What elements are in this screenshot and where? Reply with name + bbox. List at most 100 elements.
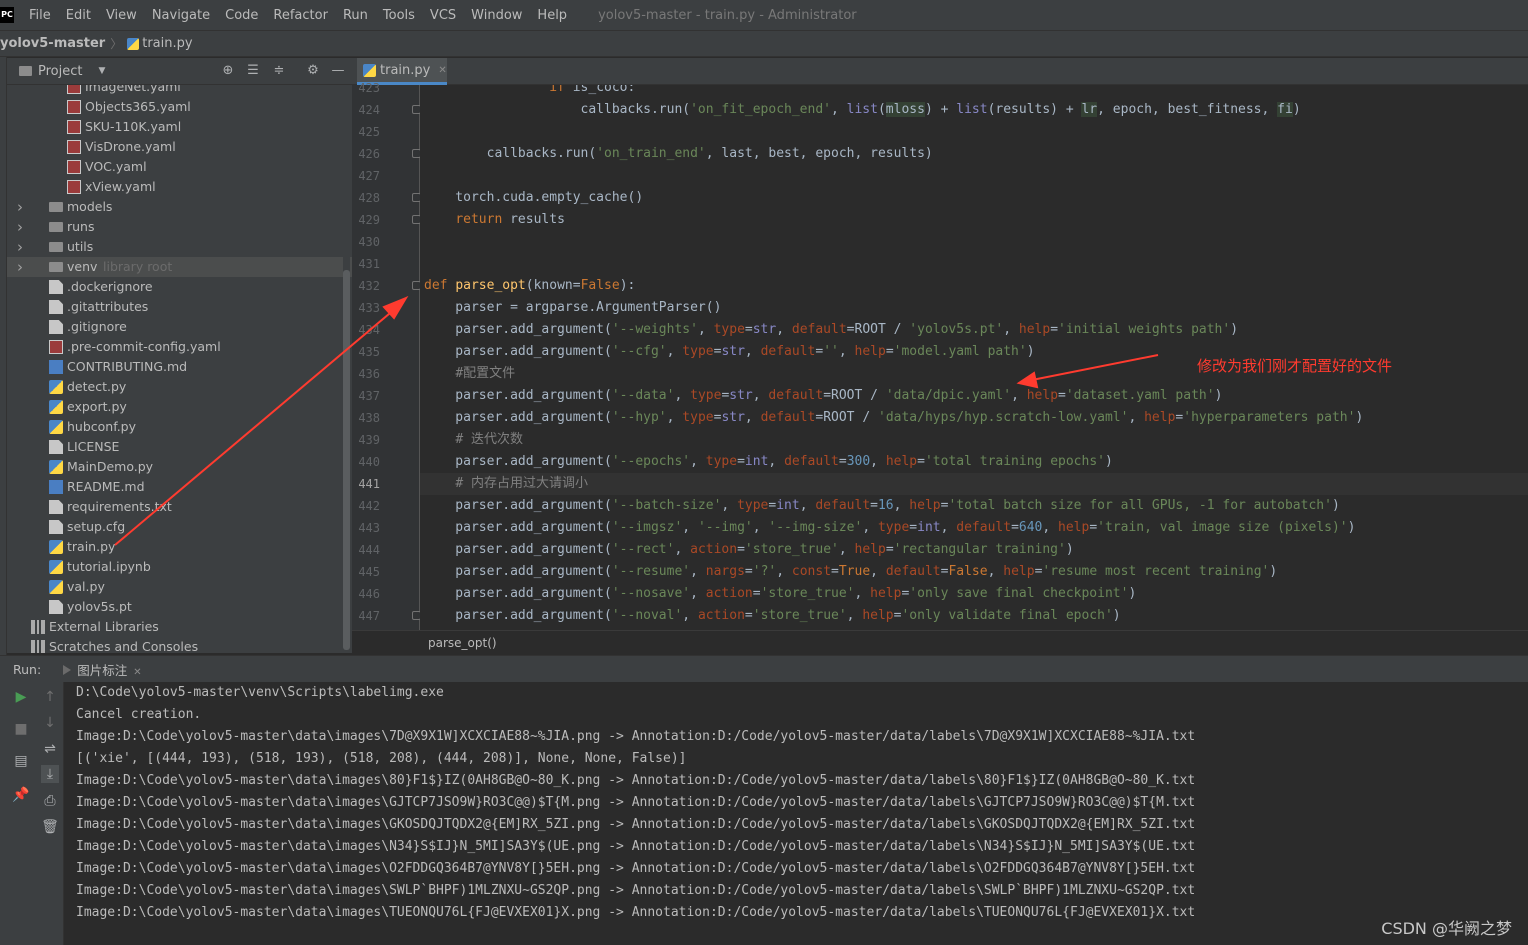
tree-item[interactable]: .pre-commit-config.yaml bbox=[7, 337, 352, 357]
menu-edit[interactable]: Edit bbox=[66, 8, 91, 23]
tree-item[interactable]: › utils bbox=[7, 237, 352, 257]
menu-view[interactable]: View bbox=[106, 8, 137, 23]
tree-item[interactable]: VOC.yaml bbox=[7, 157, 352, 177]
tree-item[interactable]: .gitattributes bbox=[7, 297, 352, 317]
menu-vcs[interactable]: VCS bbox=[430, 8, 456, 23]
tree-item[interactable]: .gitignore bbox=[7, 317, 352, 337]
soft-wrap-icon[interactable]: ⇌ bbox=[41, 740, 59, 758]
tree-item[interactable]: Objects365.yaml bbox=[7, 97, 352, 117]
locate-icon[interactable]: ⊕ bbox=[220, 63, 236, 79]
tree-item[interactable]: requirements.txt bbox=[7, 497, 352, 517]
tree-item[interactable]: › models bbox=[7, 197, 352, 217]
close-icon[interactable]: ✕ bbox=[133, 667, 141, 678]
tree-item[interactable]: setup.cfg bbox=[7, 517, 352, 537]
collapse-all-icon[interactable]: ≑ bbox=[271, 63, 287, 79]
menu-code[interactable]: Code bbox=[225, 8, 258, 23]
menu-items: File Edit View Navigate Code Refactor Run Tools… bbox=[14, 8, 567, 23]
code-line[interactable]: parser = argparse.ArgumentParser() bbox=[420, 297, 1528, 319]
chevron-right-icon[interactable]: › bbox=[15, 217, 25, 237]
rerun-icon[interactable]: ▶ bbox=[12, 688, 30, 706]
code-line[interactable]: parser.add_argument('--epochs', type=int… bbox=[420, 451, 1528, 473]
tree-item[interactable]: export.py bbox=[7, 397, 352, 417]
breadcrumb-file[interactable]: train.py bbox=[142, 36, 192, 51]
code-line[interactable] bbox=[420, 231, 1528, 253]
code-line[interactable]: parser.add_argument('--hyp', type=str, d… bbox=[420, 407, 1528, 429]
chevron-right-icon[interactable]: › bbox=[15, 197, 25, 217]
pin-icon[interactable]: 📌 bbox=[12, 786, 30, 804]
stop-icon[interactable]: ■ bbox=[12, 720, 30, 738]
expand-all-icon[interactable]: ☰ bbox=[245, 63, 261, 79]
hide-icon[interactable]: — bbox=[330, 63, 346, 79]
code-line[interactable]: # 迭代次数 bbox=[420, 429, 1528, 451]
tree-item[interactable]: train.py bbox=[7, 537, 352, 557]
tree-item[interactable]: LICENSE bbox=[7, 437, 352, 457]
code-line[interactable] bbox=[420, 165, 1528, 187]
scroll-down-icon[interactable]: ↓ bbox=[41, 714, 59, 732]
code-line[interactable]: parser.add_argument('--noval', action='s… bbox=[420, 605, 1528, 627]
code-line[interactable]: return results bbox=[420, 209, 1528, 231]
markdown-file-icon bbox=[49, 360, 63, 374]
breadcrumb-project[interactable]: yolov5-master bbox=[0, 36, 105, 51]
chevron-right-icon[interactable]: › bbox=[15, 237, 25, 257]
scroll-to-end-icon[interactable]: ⤓ bbox=[41, 765, 59, 783]
code-line[interactable]: parser.add_argument('--data', type=str, … bbox=[420, 385, 1528, 407]
console-line: D:\Code\yolov5-master\venv\Scripts\label… bbox=[76, 685, 444, 700]
code-line[interactable]: torch.cuda.empty_cache() bbox=[420, 187, 1528, 209]
tree-item-label: MainDemo.py bbox=[67, 459, 154, 474]
line-number: 440 bbox=[358, 455, 380, 469]
tree-item[interactable]: ›External Libraries bbox=[7, 617, 352, 637]
gear-icon[interactable]: ⚙ bbox=[305, 63, 321, 79]
run-panel-header: Run: 图片标注 ✕ bbox=[0, 655, 1528, 682]
code-line[interactable]: def parse_opt(known=False): bbox=[420, 275, 1528, 297]
tree-item[interactable]: › venv library root bbox=[7, 257, 352, 277]
code-line[interactable]: parser.add_argument('--batch-size', type… bbox=[420, 495, 1528, 517]
run-tab[interactable]: 图片标注 ✕ bbox=[63, 660, 142, 679]
menu-navigate[interactable]: Navigate bbox=[152, 8, 210, 23]
menu-help[interactable]: Help bbox=[537, 8, 567, 23]
tree-item[interactable]: xView.yaml bbox=[7, 177, 352, 197]
tree-item[interactable]: › runs bbox=[7, 217, 352, 237]
chevron-right-icon[interactable]: › bbox=[15, 257, 25, 277]
trash-icon[interactable]: 🗑 bbox=[41, 818, 59, 836]
tree-item[interactable]: hubconf.py bbox=[7, 417, 352, 437]
tree-item[interactable]: ImageNet.yaml bbox=[7, 85, 352, 97]
menu-tools[interactable]: Tools bbox=[383, 8, 415, 23]
tree-item[interactable]: MainDemo.py bbox=[7, 457, 352, 477]
menu-run[interactable]: Run bbox=[343, 8, 368, 23]
code-line[interactable]: parser.add_argument('--imgsz', '--img', … bbox=[420, 517, 1528, 539]
code-line[interactable]: callbacks.run('on_fit_epoch_end', list(m… bbox=[420, 99, 1528, 121]
code-line[interactable]: parser.add_argument('--weights', type=st… bbox=[420, 319, 1528, 341]
tree-item[interactable]: VisDrone.yaml bbox=[7, 137, 352, 157]
code-line[interactable]: # 内存占用过大请调小 bbox=[420, 473, 1528, 495]
code-line[interactable]: parser.add_argument('--rect', action='st… bbox=[420, 539, 1528, 561]
project-panel-title[interactable]: Project bbox=[38, 64, 82, 79]
run-console[interactable]: D:\Code\yolov5-master\venv\Scripts\label… bbox=[64, 682, 1528, 945]
close-icon[interactable]: ✕ bbox=[438, 65, 446, 76]
tree-item[interactable]: Scratches and Consoles bbox=[7, 637, 352, 653]
code-line[interactable]: callbacks.run('on_train_end', last, best… bbox=[420, 143, 1528, 165]
tree-item[interactable]: detect.py bbox=[7, 377, 352, 397]
menu-file[interactable]: File bbox=[29, 8, 51, 23]
tree-item[interactable]: val.py bbox=[7, 577, 352, 597]
tree-item[interactable]: SKU-110K.yaml bbox=[7, 117, 352, 137]
text-file-icon bbox=[49, 300, 63, 314]
tree-item[interactable]: .dockerignore bbox=[7, 277, 352, 297]
chevron-down-icon[interactable]: ▼ bbox=[98, 66, 105, 76]
code-line[interactable]: parser.add_argument('--resume', nargs='?… bbox=[420, 561, 1528, 583]
menu-window[interactable]: Window bbox=[471, 8, 522, 23]
print-icon[interactable]: ⎙ bbox=[41, 792, 59, 810]
tree-item[interactable]: README.md bbox=[7, 477, 352, 497]
code-line[interactable]: if is_coco: bbox=[420, 85, 1528, 99]
tree-scrollbar-thumb[interactable] bbox=[343, 270, 350, 650]
code-line[interactable] bbox=[420, 121, 1528, 143]
layout-icon[interactable]: ▤ bbox=[12, 752, 30, 770]
tree-item[interactable]: yolov5s.pt bbox=[7, 597, 352, 617]
code-breadcrumb[interactable]: parse_opt() bbox=[428, 636, 497, 650]
tree-item[interactable]: tutorial.ipynb bbox=[7, 557, 352, 577]
tree-item-label: ImageNet.yaml bbox=[85, 85, 181, 94]
scroll-up-icon[interactable]: ↑ bbox=[41, 688, 59, 706]
menu-refactor[interactable]: Refactor bbox=[273, 8, 328, 23]
code-line[interactable] bbox=[420, 253, 1528, 275]
code-line[interactable]: parser.add_argument('--nosave', action='… bbox=[420, 583, 1528, 605]
tree-item[interactable]: CONTRIBUTING.md bbox=[7, 357, 352, 377]
